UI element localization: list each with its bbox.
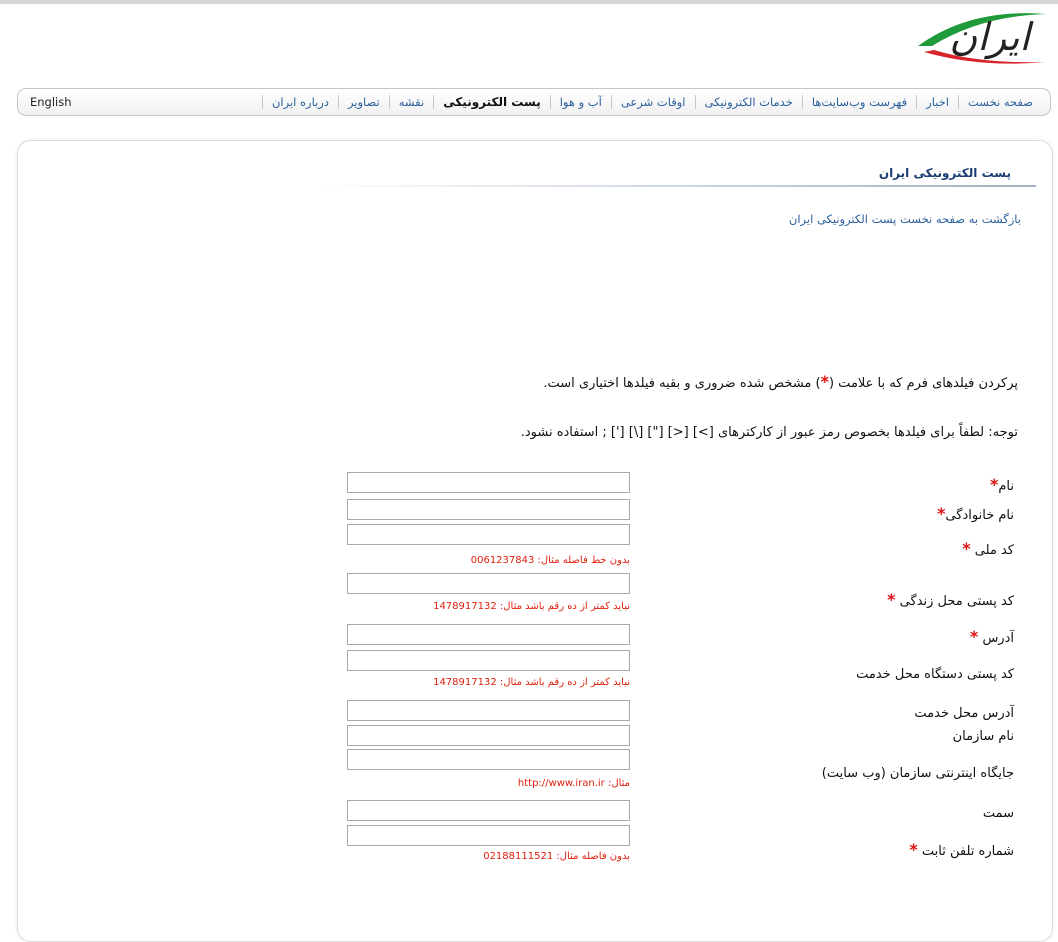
phone-hint: بدون فاصله مثال: 02188111521 (483, 851, 630, 862)
home-postal-label-text: کد پستی محل زندگی (899, 594, 1014, 609)
required-star-icon: * (962, 539, 971, 558)
required-star-icon: * (887, 590, 896, 609)
first-name-label-text: نام (998, 479, 1014, 494)
position-input[interactable] (347, 800, 630, 821)
national-code-hint: بدون خط فاصله مثال: 0061237843 (470, 555, 630, 566)
work-address-label: آدرس محل خدمت (914, 706, 1014, 721)
required-fields-note: پرکردن فیلدهای فرم که با علامت (*) مشخص … (543, 372, 1018, 391)
work-postal-input[interactable] (347, 650, 630, 671)
work-address-input[interactable] (347, 700, 630, 721)
main-nav: صفحه نخست اخبار فهرست وب‌سایت‌ها خدمات ا… (17, 88, 1051, 116)
intro-text-start: پرکردن فیلدهای فرم که با علامت ( (828, 376, 1018, 391)
nav-items: صفحه نخست اخبار فهرست وب‌سایت‌ها خدمات ا… (261, 89, 1042, 115)
address-label-text: آدرس (982, 631, 1014, 646)
org-website-label: جایگاه اینترنتی سازمان (وب سایت) (821, 766, 1014, 781)
org-name-label: نام سازمان (952, 729, 1014, 744)
nav-item-map[interactable]: نقشه (390, 95, 433, 109)
required-star-icon: * (969, 627, 979, 646)
national-code-label: کد ملی * (962, 539, 1014, 558)
nav-item-eservices[interactable]: خدمات الکترونیکی (696, 95, 802, 109)
work-postal-hint: نباید کمتر از ده رقم باشد مثال: 14789171… (433, 677, 630, 688)
nav-item-news[interactable]: اخبار (917, 95, 958, 109)
first-name-label: نام* (990, 475, 1014, 494)
nav-item-weather[interactable]: آب و هوا (551, 95, 611, 109)
home-postal-label: کد پستی محل زندگی * (887, 590, 1014, 609)
required-star-icon: * (820, 372, 829, 391)
address-label: آدرس * (970, 627, 1014, 646)
last-name-label: نام خانوادگی* (937, 504, 1014, 523)
phone-label: شماره تلفن ثابت * (909, 840, 1014, 859)
org-name-input[interactable] (347, 725, 630, 746)
nav-item-english[interactable]: English (30, 95, 72, 109)
org-website-hint: مثال: http://www.iran.ir (517, 778, 630, 789)
nav-item-prayer-times[interactable]: اوقات شرعی (612, 95, 695, 109)
intro-text-end: ) مشخص شده ضروری و بقیه فیلدها اختیاری ا… (543, 376, 821, 391)
work-postal-label: کد پستی دستگاه محل خدمت (856, 667, 1014, 682)
last-name-label-text: نام خانوادگی (945, 508, 1014, 523)
required-star-icon: * (909, 840, 918, 859)
home-postal-hint: نباید کمتر از ده رقم باشد مثال: 14789171… (433, 601, 630, 612)
national-code-label-text: کد ملی (974, 543, 1014, 558)
phone-label-text: شماره تلفن ثابت (921, 844, 1014, 859)
logo-text: ایران (949, 15, 1030, 59)
nav-item-email[interactable]: پست الکترونیکی (434, 95, 550, 109)
nav-item-images[interactable]: تصاویر (339, 95, 389, 109)
national-code-input[interactable] (347, 524, 630, 545)
address-input[interactable] (347, 624, 630, 645)
home-postal-input[interactable] (347, 573, 630, 594)
iran-logo[interactable]: ایران (910, 6, 1050, 76)
first-name-input[interactable] (347, 472, 630, 493)
browser-top-strip (0, 0, 1058, 4)
page-title: پست الکترونیکی ایران (878, 166, 1011, 180)
title-divider (316, 185, 1036, 187)
phone-input[interactable] (347, 825, 630, 846)
nav-item-about[interactable]: درباره ایران (263, 95, 338, 109)
last-name-input[interactable] (347, 499, 630, 520)
character-warning-note: توجه: لطفاً برای فیلدها بخصوص رمز عبور ا… (520, 425, 1018, 440)
back-to-email-home-link[interactable]: بازگشت به صفحه نخست پست الکترونیکی ایران (789, 212, 1021, 226)
nav-item-home[interactable]: صفحه نخست (959, 95, 1042, 109)
nav-item-websites[interactable]: فهرست وب‌سایت‌ها (803, 95, 916, 109)
org-website-input[interactable] (347, 749, 630, 770)
position-label: سمت (982, 806, 1014, 821)
